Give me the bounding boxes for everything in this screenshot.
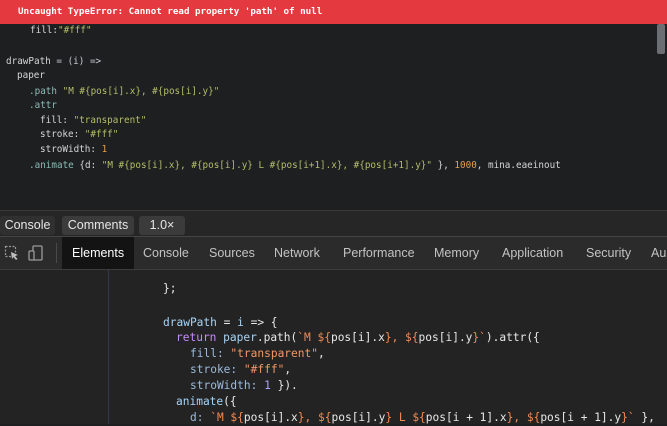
editor-line: stroWidth: 1: [40, 144, 107, 156]
code-token: pos[i].y: [331, 411, 386, 424]
code-token: stroWidth:: [190, 379, 265, 392]
code-token: .path(: [256, 331, 298, 344]
code-token: } L ${: [385, 411, 426, 424]
code-token: drawPath: [6, 56, 51, 67]
pen-bottom-bar: Console Comments 1.0×: [0, 210, 667, 237]
code-token: "M #{pos[i].x}, #{pos[i].y}": [62, 86, 220, 97]
devtools-tabbar: Elements Console Sources Network Perform…: [0, 237, 667, 270]
code-token: "M #{pos[i].x}, #{pos[i].y} L #{pos[i+1]…: [101, 160, 433, 171]
source-line: stroWidth: 1 }).: [190, 377, 298, 394]
tabbar-divider: [56, 243, 57, 263]
code-token: {d:: [79, 160, 102, 171]
code-token: ,: [284, 363, 292, 376]
code-token: `M ${: [297, 331, 331, 344]
code-token: "#fff": [58, 25, 92, 36]
code-token: paper: [223, 331, 257, 344]
tab-performance[interactable]: Performance: [343, 237, 415, 269]
code-editor[interactable]: fill:"#fff" drawPath = (i) => paper .pat…: [0, 24, 667, 210]
code-token: pos[i].y: [418, 331, 473, 344]
code-token: fill:: [40, 115, 74, 126]
code-token: stroWidth:: [40, 144, 102, 155]
devtools-panel: Elements Console Sources Network Perform…: [0, 236, 667, 424]
console-button[interactable]: Console: [0, 216, 55, 235]
tab-audits[interactable]: Au: [651, 237, 666, 269]
code-token: },: [432, 160, 455, 171]
code-token: "#fff": [243, 363, 285, 376]
indent-guide: [108, 270, 109, 424]
tab-memory[interactable]: Memory: [434, 237, 479, 269]
code-token: stroke:: [40, 129, 85, 140]
code-token: "transparent": [73, 115, 147, 126]
source-line: };: [163, 280, 176, 297]
editor-line: .path "M #{pos[i].x}, #{pos[i].y}": [29, 86, 219, 98]
code-token: }, ${: [506, 411, 541, 424]
code-token: eaeinout: [515, 160, 561, 171]
code-token: pos[i + 1].x: [425, 411, 507, 424]
code-token: .animate: [29, 160, 80, 171]
code-token: "transparent": [230, 347, 318, 360]
code-token: stroke:: [190, 363, 244, 376]
source-line: fill: "transparent",: [190, 345, 325, 362]
code-token: pos[i].x: [330, 331, 385, 344]
code-token: .path: [29, 86, 63, 97]
code-token: `M ${: [210, 411, 244, 424]
comments-button[interactable]: Comments: [62, 216, 134, 235]
tab-security[interactable]: Security: [586, 237, 631, 269]
error-message: Uncaught TypeError: Cannot read property…: [18, 6, 323, 17]
code-token: drawPath: [163, 316, 217, 329]
code-token: = (i) =>: [50, 56, 102, 67]
code-token: ).attr({: [485, 331, 540, 344]
code-token: }).: [270, 379, 298, 392]
code-token: =: [216, 316, 238, 329]
code-token: 1000: [454, 160, 477, 171]
editor-line: stroke: "#fff": [40, 129, 118, 141]
tab-elements[interactable]: Elements: [62, 237, 135, 269]
code-token: .attr: [29, 100, 57, 111]
code-token: fill:: [190, 347, 231, 360]
editor-line: paper: [17, 70, 45, 82]
code-token: "#fff": [84, 129, 119, 140]
tab-application[interactable]: Application: [502, 237, 563, 269]
editor-line: drawPath = (i) =>: [6, 56, 101, 68]
code-token: ,: [317, 347, 325, 360]
device-toolbar-icon[interactable]: [28, 245, 44, 265]
editor-line: .animate {d: "M #{pos[i].x}, #{pos[i].y}…: [29, 160, 561, 172]
source-line: stroke: "#fff",: [190, 361, 291, 378]
zoom-button[interactable]: 1.0×: [139, 216, 185, 235]
code-token: }, ${: [384, 331, 419, 344]
code-token: i: [237, 316, 244, 329]
code-token: pos[i].x: [243, 411, 298, 424]
error-banner: Uncaught TypeError: Cannot read property…: [0, 0, 667, 24]
code-token: }`: [472, 331, 486, 344]
source-line: return paper.path(`M ${pos[i].x}, ${pos[…: [176, 329, 540, 346]
code-token: },: [641, 411, 655, 424]
code-token: }, ${: [297, 411, 332, 424]
tab-network[interactable]: Network: [274, 237, 320, 269]
code-token: d:: [190, 411, 211, 424]
code-token: => {: [243, 316, 278, 329]
tab-console[interactable]: Console: [143, 237, 189, 269]
code-token: pos[i + 1].y: [540, 411, 622, 424]
code-token: animate: [176, 395, 224, 408]
code-token: , mina.: [476, 160, 516, 171]
source-line: d: `M ${pos[i].x}, ${pos[i].y} L ${pos[i…: [190, 409, 655, 426]
code-token: return: [176, 331, 224, 344]
code-token: };: [163, 282, 177, 295]
code-token: 1: [101, 144, 108, 155]
source-viewer[interactable]: }; drawPath = i => { return paper.path(`…: [0, 270, 667, 424]
code-token: }`: [621, 411, 642, 424]
source-line: animate({: [176, 393, 237, 410]
code-token: paper: [17, 70, 45, 81]
cursor-select-icon[interactable]: [4, 245, 20, 265]
editor-line: .attr: [29, 100, 57, 112]
editor-line: fill:"#fff": [30, 25, 92, 37]
code-token: 1: [264, 379, 271, 392]
code-token: ({: [223, 395, 237, 408]
editor-scrollbar[interactable]: [657, 24, 665, 54]
code-token: fill:: [30, 25, 58, 36]
editor-line: fill: "transparent": [40, 115, 146, 127]
tab-sources[interactable]: Sources: [209, 237, 255, 269]
